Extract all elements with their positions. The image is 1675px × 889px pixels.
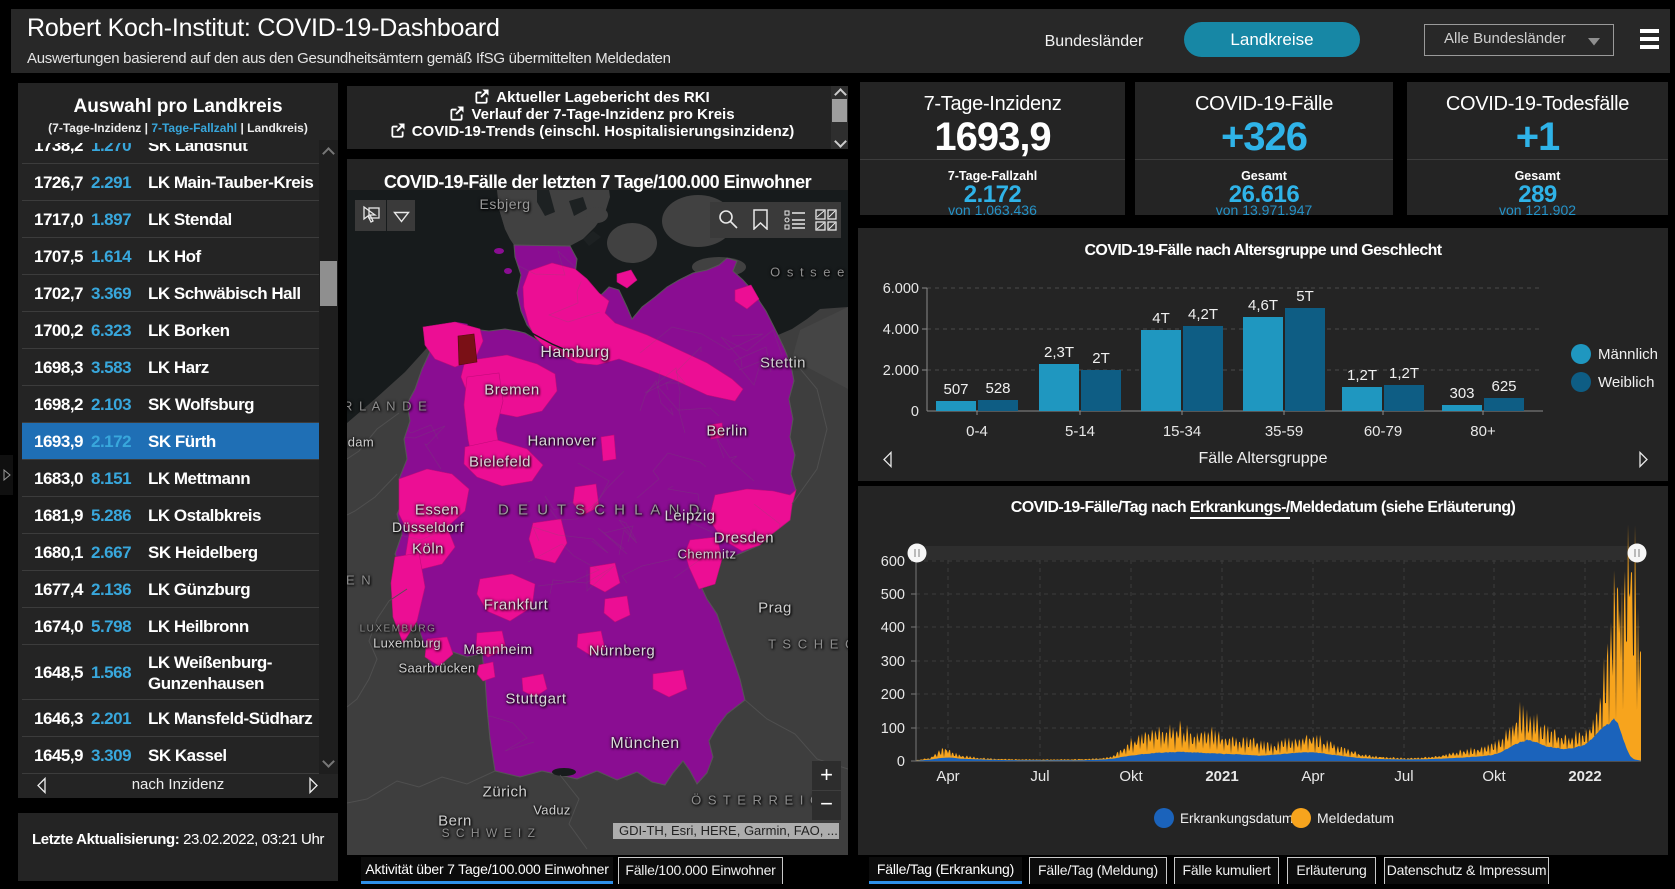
svg-text:4,2T: 4,2T xyxy=(1188,306,1218,323)
svg-text:Apr: Apr xyxy=(936,768,959,785)
svg-text:Jul: Jul xyxy=(1030,768,1049,785)
svg-text:2021: 2021 xyxy=(1205,768,1238,785)
svg-text:2.000: 2.000 xyxy=(883,363,919,379)
svg-text:2T: 2T xyxy=(1092,350,1110,367)
svg-text:2022: 2022 xyxy=(1568,768,1601,785)
svg-text:Okt: Okt xyxy=(1482,768,1506,785)
svg-text:507: 507 xyxy=(943,381,968,398)
svg-text:625: 625 xyxy=(1491,378,1516,395)
svg-text:4.000: 4.000 xyxy=(883,322,919,338)
svg-text:Okt: Okt xyxy=(1119,768,1143,785)
svg-text:2,3T: 2,3T xyxy=(1044,344,1074,361)
svg-text:15-34: 15-34 xyxy=(1163,423,1201,440)
svg-text:0-4: 0-4 xyxy=(966,423,988,440)
svg-text:0: 0 xyxy=(897,754,905,770)
svg-text:Erkrankungsdatum: Erkrankungsdatum xyxy=(1180,811,1293,826)
svg-text:Weiblich: Weiblich xyxy=(1598,374,1654,391)
svg-text:5-14: 5-14 xyxy=(1065,423,1095,440)
svg-text:1,2T: 1,2T xyxy=(1347,367,1377,384)
svg-text:Jul: Jul xyxy=(1394,768,1413,785)
svg-text:35-59: 35-59 xyxy=(1265,423,1303,440)
svg-text:Apr: Apr xyxy=(1301,768,1324,785)
svg-text:600: 600 xyxy=(881,554,905,570)
svg-text:60-79: 60-79 xyxy=(1364,423,1402,440)
svg-text:200: 200 xyxy=(881,687,905,703)
svg-text:6.000: 6.000 xyxy=(883,281,919,297)
svg-text:528: 528 xyxy=(985,380,1010,397)
svg-text:400: 400 xyxy=(881,620,905,636)
svg-text:0: 0 xyxy=(911,404,919,420)
svg-text:4T: 4T xyxy=(1152,310,1170,327)
svg-text:303: 303 xyxy=(1449,385,1474,402)
svg-text:100: 100 xyxy=(881,721,905,737)
svg-text:Meldedatum: Meldedatum xyxy=(1317,810,1394,826)
svg-text:80+: 80+ xyxy=(1470,423,1496,440)
svg-text:Männlich: Männlich xyxy=(1598,346,1658,363)
svg-text:4,6T: 4,6T xyxy=(1248,297,1278,314)
svg-text:5T: 5T xyxy=(1296,288,1314,305)
svg-text:500: 500 xyxy=(881,587,905,603)
svg-text:300: 300 xyxy=(881,654,905,670)
svg-text:1,2T: 1,2T xyxy=(1389,365,1419,382)
